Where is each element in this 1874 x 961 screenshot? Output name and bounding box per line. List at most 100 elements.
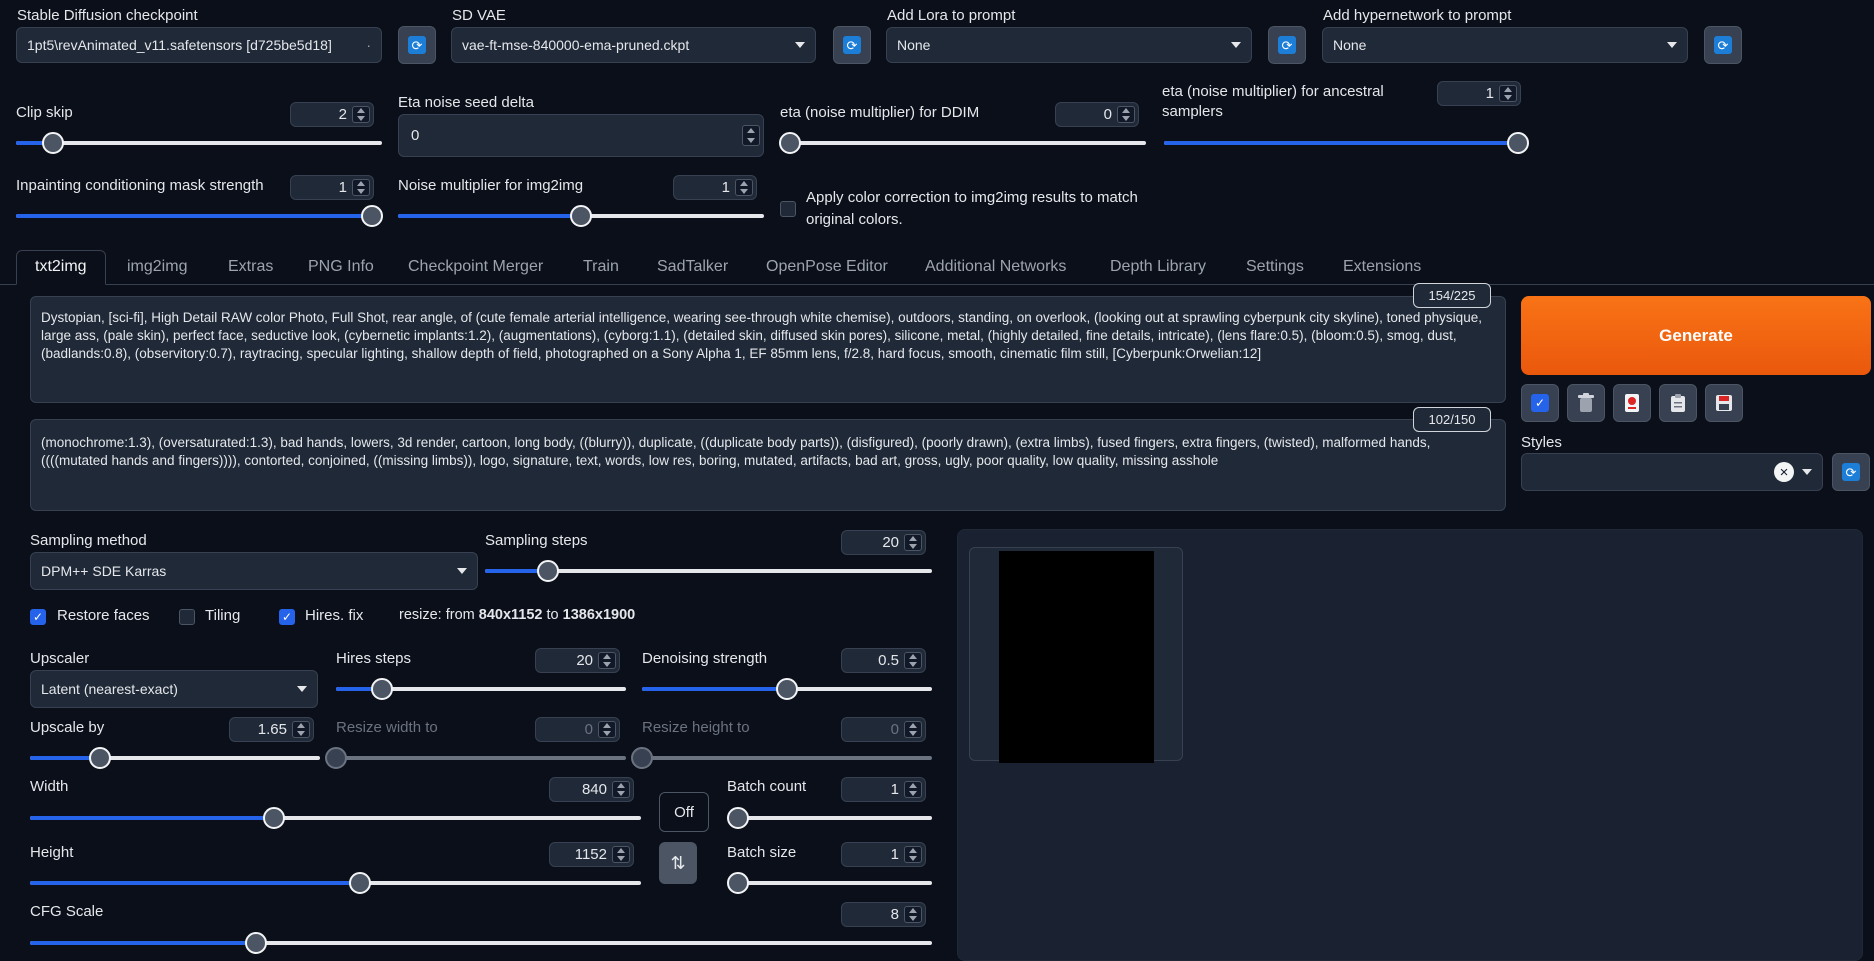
- tab-settings[interactable]: Settings: [1246, 258, 1304, 286]
- refresh-hypernetwork-button[interactable]: ⟳: [1704, 26, 1742, 64]
- slider-thumb[interactable]: [88, 747, 111, 769]
- swap-dimensions-button[interactable]: ⇅: [659, 842, 697, 884]
- spinner-icon[interactable]: [1117, 106, 1135, 123]
- tiling-checkbox[interactable]: [179, 609, 195, 625]
- checkpoint-dropdown[interactable]: 1pt5\revAnimated_v11.safetensors [d725be…: [16, 27, 382, 63]
- denoising-input[interactable]: 0.5: [841, 648, 926, 673]
- resize-height-slider: [631, 747, 932, 769]
- spinner-icon[interactable]: [735, 179, 753, 196]
- slider-thumb[interactable]: [536, 560, 559, 582]
- tab-additional-networks[interactable]: Additional Networks: [925, 258, 1066, 286]
- clear-prompt-button[interactable]: [1567, 384, 1605, 422]
- cfg-scale-input[interactable]: 8: [841, 902, 926, 927]
- eta-ancestral-slider[interactable]: [1164, 132, 1529, 154]
- tab-sadtalker[interactable]: SadTalker: [657, 258, 728, 286]
- prompt-textarea[interactable]: Dystopian, [sci-fi], High Detail RAW col…: [30, 296, 1506, 403]
- spinner-icon[interactable]: [1499, 85, 1517, 102]
- slider-thumb[interactable]: [263, 807, 286, 829]
- paste-prompt-button[interactable]: [1659, 384, 1697, 422]
- generate-button[interactable]: Generate: [1521, 296, 1871, 375]
- hires-fix-checkbox[interactable]: ✓: [279, 609, 295, 625]
- tab-img2img[interactable]: img2img: [127, 258, 187, 286]
- eta-ddim-slider[interactable]: [779, 132, 1146, 154]
- noise-img2img-input[interactable]: 1: [673, 175, 757, 200]
- slider-thumb[interactable]: [348, 872, 371, 894]
- eta-ancestral-input[interactable]: 1: [1437, 81, 1521, 106]
- slider-thumb[interactable]: [727, 872, 749, 894]
- styles-dropdown[interactable]: ×: [1521, 453, 1823, 491]
- spinner-icon[interactable]: [904, 846, 922, 863]
- batch-count-input[interactable]: 1: [841, 777, 926, 802]
- slider-thumb[interactable]: [776, 678, 798, 700]
- sampling-method-dropdown[interactable]: DPM++ SDE Karras: [30, 552, 478, 590]
- batch-size-slider[interactable]: [727, 872, 932, 894]
- denoising-slider[interactable]: [642, 678, 932, 700]
- spinner-icon[interactable]: [904, 906, 922, 923]
- apply-style-button[interactable]: ✓: [1521, 384, 1559, 422]
- cfg-scale-slider[interactable]: [30, 932, 932, 954]
- sampling-steps-input[interactable]: 20: [841, 530, 926, 555]
- height-slider[interactable]: [30, 872, 641, 894]
- gallery-thumbnail[interactable]: [969, 547, 1183, 763]
- off-button[interactable]: Off: [659, 792, 709, 832]
- tab-checkpoint-merger[interactable]: Checkpoint Merger: [408, 258, 543, 286]
- slider-thumb[interactable]: [727, 807, 749, 829]
- clip-skip-input[interactable]: 2: [290, 102, 374, 127]
- slider-thumb[interactable]: [1507, 132, 1529, 154]
- lora-dropdown[interactable]: None: [886, 27, 1252, 63]
- eta-seed-delta-input[interactable]: 0: [398, 114, 764, 157]
- slider-thumb[interactable]: [41, 132, 64, 154]
- spinner-icon[interactable]: [598, 652, 616, 669]
- tab-openpose-editor[interactable]: OpenPose Editor: [766, 258, 888, 286]
- dropdown-dot-icon: ·: [366, 37, 371, 53]
- upscale-by-slider[interactable]: [30, 747, 320, 769]
- vae-dropdown[interactable]: vae-ft-mse-840000-ema-pruned.ckpt: [451, 27, 816, 63]
- slider-thumb[interactable]: [361, 205, 383, 227]
- inpaint-mask-slider[interactable]: [16, 205, 383, 227]
- spinner-icon[interactable]: [904, 534, 922, 551]
- slider-thumb[interactable]: [244, 932, 267, 954]
- width-input[interactable]: 840: [549, 777, 634, 802]
- tab-extensions[interactable]: Extensions: [1343, 258, 1421, 286]
- clear-icon[interactable]: ×: [1774, 462, 1794, 482]
- inpaint-mask-input[interactable]: 1: [290, 175, 374, 200]
- refresh-vae-button[interactable]: ⟳: [833, 26, 871, 64]
- spinner-icon[interactable]: [612, 781, 630, 798]
- slider-thumb[interactable]: [570, 205, 592, 227]
- extra-networks-button[interactable]: [1613, 384, 1651, 422]
- spinner-icon[interactable]: [352, 179, 370, 196]
- slider-thumb[interactable]: [779, 132, 801, 154]
- tab-train[interactable]: Train: [583, 258, 619, 286]
- eta-ddim-label: eta (noise multiplier) for DDIM: [780, 104, 980, 121]
- noise-img2img-slider[interactable]: [398, 205, 764, 227]
- save-style-button[interactable]: [1705, 384, 1743, 422]
- hires-steps-slider[interactable]: [336, 678, 626, 700]
- upscale-by-input[interactable]: 1.65: [229, 717, 314, 742]
- spinner-icon[interactable]: [612, 846, 630, 863]
- spinner-icon[interactable]: [352, 106, 370, 123]
- spinner-icon[interactable]: [742, 125, 760, 146]
- negative-prompt-textarea[interactable]: (monochrome:1.3), (oversaturated:1.3), b…: [30, 419, 1506, 511]
- eta-ddim-input[interactable]: 0: [1055, 102, 1139, 127]
- tab-depth-library[interactable]: Depth Library: [1110, 258, 1206, 286]
- sampling-steps-slider[interactable]: [485, 560, 932, 582]
- batch-size-input[interactable]: 1: [841, 842, 926, 867]
- restore-faces-checkbox[interactable]: ✓: [30, 609, 46, 625]
- tab-png-info[interactable]: PNG Info: [308, 258, 374, 286]
- color-correction-checkbox[interactable]: [780, 201, 796, 217]
- slider-thumb[interactable]: [371, 678, 394, 700]
- batch-count-slider[interactable]: [727, 807, 932, 829]
- refresh-checkpoint-button[interactable]: ⟳: [398, 26, 436, 64]
- upscaler-dropdown[interactable]: Latent (nearest-exact): [30, 670, 318, 708]
- spinner-icon[interactable]: [292, 721, 310, 738]
- refresh-lora-button[interactable]: ⟳: [1268, 26, 1306, 64]
- clip-skip-slider[interactable]: [16, 132, 382, 154]
- width-slider[interactable]: [30, 807, 641, 829]
- tab-extras[interactable]: Extras: [228, 258, 273, 286]
- spinner-icon[interactable]: [904, 652, 922, 669]
- hires-steps-input[interactable]: 20: [535, 648, 620, 673]
- hypernetwork-dropdown[interactable]: None: [1322, 27, 1688, 63]
- spinner-icon[interactable]: [904, 781, 922, 798]
- refresh-styles-button[interactable]: ⟳: [1832, 453, 1870, 491]
- height-input[interactable]: 1152: [549, 842, 634, 867]
